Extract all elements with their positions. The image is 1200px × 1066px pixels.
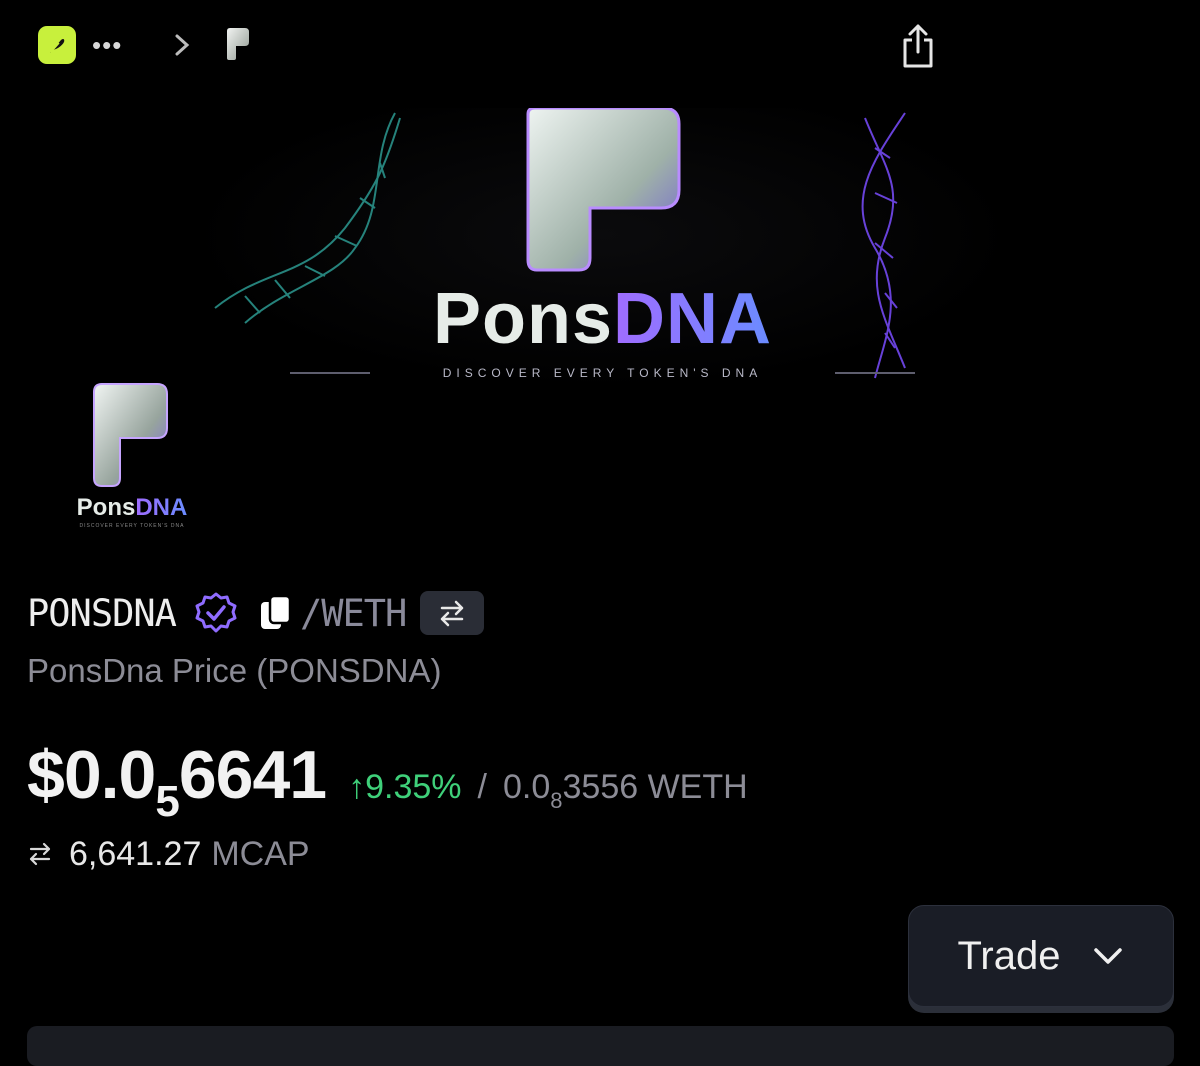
mcap-row[interactable]: 6,641.27 MCAP [27,832,310,876]
pons-p-icon[interactable] [224,26,252,62]
usd-price: $0.056641 [27,737,327,826]
swap-arrows-icon [441,600,464,627]
swap-arrows-icon [29,842,51,866]
swap-pair-button[interactable] [420,591,485,635]
price-separator: / [477,768,487,806]
header-banner: PonsDNA DISCOVER EVERY TOKEN'S DNA [185,108,1020,390]
mcap-value: 6,641.27 [69,834,202,873]
price-change: ↑9.35% [348,768,462,806]
top-bar: ••• [0,0,1200,90]
mcap-label: MCAP [211,834,310,873]
token-title-row: PONSDNA /WETH [27,588,485,638]
banner-tagline: DISCOVER EVERY TOKEN'S DNA [442,366,763,380]
verified-badge-icon [195,592,237,633]
bottom-panel [27,1026,1174,1066]
chevron-right-icon[interactable] [170,28,194,62]
feather-app-icon[interactable] [38,26,76,64]
copy-icon[interactable] [258,593,294,633]
token-logo: PonsDNA DISCOVER EVERY TOKEN'S DNA [52,378,212,536]
chevron-down-icon [1093,948,1122,964]
token-subtitle: PonsDna Price (PONSDNA) [27,652,442,689]
token-symbol: PONSDNA [27,591,177,635]
trade-label: Trade [957,933,1061,978]
ellipsis-icon[interactable]: ••• [92,26,122,64]
pair-label[interactable]: /WETH [300,592,407,635]
share-icon[interactable] [898,22,938,70]
weth-price: 0.083556 WETH [502,768,748,813]
trade-button[interactable]: Trade [908,905,1174,1007]
logo-tagline: DISCOVER EVERY TOKEN'S DNA [79,523,185,529]
banner-wordmark: PonsDNA [432,279,773,359]
price-row: $0.056641 ↑9.35% / 0.083556 WETH [27,736,748,826]
logo-wordmark: PonsDNA [76,494,188,521]
